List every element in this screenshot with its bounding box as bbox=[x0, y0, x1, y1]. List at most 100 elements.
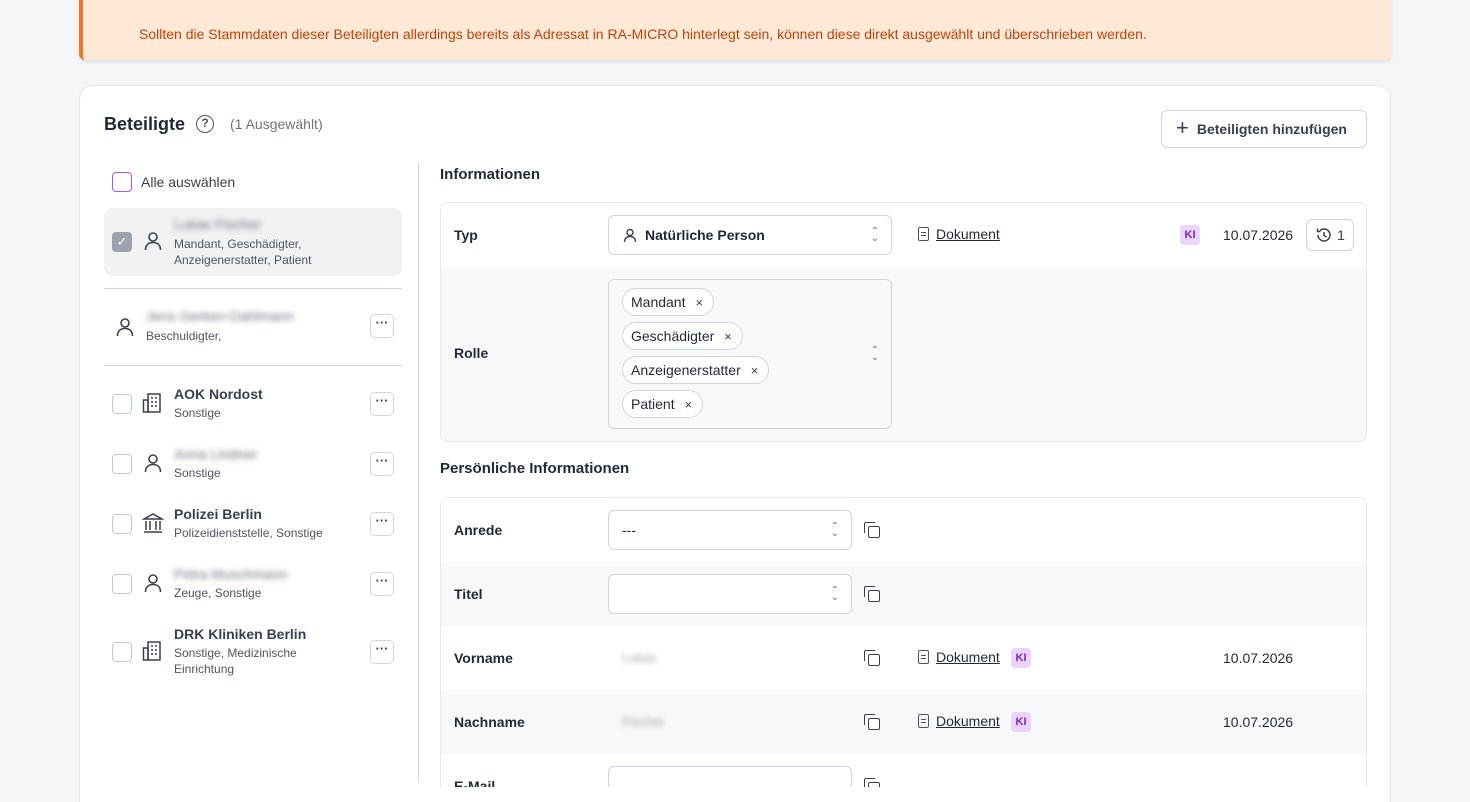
copy-icon[interactable] bbox=[864, 522, 880, 538]
nachname-label: Nachname bbox=[454, 714, 525, 730]
role-tag-label: Geschädigter bbox=[631, 328, 715, 344]
section-title-personal: Persönliche Informationen bbox=[440, 460, 630, 477]
person-icon bbox=[116, 318, 134, 337]
remove-tag-icon[interactable]: × bbox=[724, 329, 732, 344]
building-icon bbox=[142, 641, 161, 661]
titel-select[interactable]: ⌃ ⌄ bbox=[608, 574, 852, 614]
participant-roles: Zeuge, Sonstige bbox=[174, 586, 262, 600]
more-options-button[interactable]: ··· bbox=[370, 452, 394, 476]
remove-tag-icon[interactable]: × bbox=[695, 295, 703, 310]
help-icon[interactable]: ? bbox=[196, 115, 214, 133]
participant-item-selected[interactable]: ✓ Lukas Fischer Mandant, Geschädigter, A… bbox=[104, 208, 402, 276]
more-options-button[interactable]: ··· bbox=[370, 572, 394, 596]
vorname-date: 10.07.2026 bbox=[1223, 650, 1294, 666]
participant-item[interactable]: Anna Lindner Sonstige ··· bbox=[104, 444, 402, 484]
copy-icon[interactable] bbox=[864, 714, 880, 730]
ki-badge: KI bbox=[1011, 712, 1031, 732]
document-icon bbox=[918, 714, 929, 728]
document-link[interactable]: Dokument bbox=[918, 226, 1000, 242]
participants-card: Beteiligte ? (1 Ausgewählt) + Beteiligte… bbox=[79, 85, 1391, 802]
participant-name: Petra Muschmann bbox=[174, 566, 288, 582]
email-field[interactable] bbox=[608, 766, 852, 787]
participant-item[interactable]: Petra Muschmann Zeuge, Sonstige ··· bbox=[104, 564, 402, 604]
anrede-label: Anrede bbox=[454, 522, 503, 538]
copy-icon[interactable] bbox=[864, 778, 880, 787]
copy-icon[interactable] bbox=[864, 650, 880, 666]
list-divider bbox=[104, 365, 402, 366]
chevron-updown-icon: ⌃ ⌄ bbox=[830, 585, 839, 603]
more-options-button[interactable]: ··· bbox=[370, 392, 394, 416]
anrede-select[interactable]: --- ⌃ ⌄ bbox=[608, 510, 852, 550]
remove-tag-icon[interactable]: × bbox=[751, 363, 759, 378]
participant-item[interactable]: Polizei Berlin Polizeidienststelle, Sons… bbox=[104, 504, 402, 544]
document-link[interactable]: Dokument bbox=[918, 649, 1000, 665]
vorname-value[interactable]: Lukas bbox=[622, 650, 657, 665]
person-icon bbox=[144, 574, 162, 593]
more-options-button[interactable]: ··· bbox=[370, 314, 394, 338]
document-link-label: Dokument bbox=[936, 226, 1000, 242]
participant-checkbox[interactable] bbox=[112, 394, 132, 414]
select-all-row[interactable]: Alle auswählen bbox=[112, 172, 235, 192]
person-icon bbox=[144, 454, 162, 473]
copy-icon[interactable] bbox=[864, 586, 880, 602]
participant-checkbox[interactable] bbox=[112, 514, 132, 534]
nachname-row: Nachname Fischer Dokument KI 10.07.2026 bbox=[441, 690, 1366, 754]
history-button[interactable]: 1 bbox=[1306, 219, 1354, 251]
participant-roles: Sonstige, Medizinische Einrichtung bbox=[174, 646, 297, 676]
role-tag-label: Mandant bbox=[631, 294, 686, 310]
rolle-row: Rolle Mandant × Geschädigter × Anzeigene… bbox=[441, 267, 1366, 441]
select-all-label: Alle auswählen bbox=[141, 174, 236, 190]
participant-name: DRK Kliniken Berlin bbox=[174, 626, 307, 642]
email-label: E-Mail bbox=[454, 778, 496, 787]
person-icon bbox=[623, 228, 637, 243]
participant-name: AOK Nordost bbox=[174, 386, 263, 402]
participant-item[interactable]: Jens Gerken-Dahlmann Beschuldigter, ··· bbox=[104, 304, 402, 350]
roles-multiselect[interactable]: Mandant × Geschädigter × Anzeigenerstatt… bbox=[608, 279, 892, 429]
document-icon bbox=[918, 227, 929, 241]
participant-checkbox[interactable] bbox=[112, 574, 132, 594]
typ-select[interactable]: Natürliche Person ⌃ ⌄ bbox=[608, 215, 892, 255]
participant-name: Lukas Fischer bbox=[174, 216, 262, 232]
role-tag: Mandant × bbox=[622, 288, 715, 316]
participant-item[interactable]: AOK Nordost Sonstige ··· bbox=[104, 384, 402, 424]
selected-count: (1 Ausgewählt) bbox=[230, 116, 323, 132]
typ-label: Typ bbox=[454, 227, 478, 243]
info-box: Typ Natürliche Person ⌃ ⌄ Dokument KI 10.… bbox=[440, 202, 1367, 442]
personal-box: Anrede --- ⌃ ⌄ Titel ⌃ ⌄ Vorname Lukas Dok… bbox=[440, 497, 1367, 787]
chevron-updown-icon: ⌃ ⌄ bbox=[830, 521, 839, 539]
nachname-value[interactable]: Fischer bbox=[622, 714, 665, 729]
participant-checkbox[interactable] bbox=[112, 454, 132, 474]
participant-item[interactable]: DRK Kliniken Berlin Sonstige, Medizinisc… bbox=[104, 624, 402, 680]
remove-tag-icon[interactable]: × bbox=[685, 397, 693, 412]
add-participant-label: Beteiligten hinzufügen bbox=[1196, 121, 1347, 137]
titel-row: Titel ⌃ ⌄ bbox=[441, 562, 1366, 626]
anrede-value: --- bbox=[622, 522, 636, 538]
role-tag-label: Patient bbox=[631, 396, 675, 412]
document-link[interactable]: Dokument bbox=[918, 713, 1000, 729]
plus-icon: + bbox=[1176, 115, 1189, 140]
rolle-label: Rolle bbox=[454, 345, 489, 361]
nachname-date: 10.07.2026 bbox=[1223, 714, 1294, 730]
role-tag: Anzeigenerstatter × bbox=[622, 356, 770, 384]
select-all-checkbox[interactable] bbox=[112, 172, 132, 192]
vorname-label: Vorname bbox=[454, 650, 513, 666]
document-icon bbox=[918, 650, 929, 664]
page-title: Beteiligte bbox=[104, 114, 186, 134]
participant-checkbox[interactable] bbox=[112, 642, 132, 662]
building-icon bbox=[142, 393, 161, 413]
more-options-button[interactable]: ··· bbox=[370, 640, 394, 664]
history-icon bbox=[1316, 228, 1331, 242]
panel-divider bbox=[418, 163, 419, 783]
typ-row: Typ Natürliche Person ⌃ ⌄ Dokument KI 10.… bbox=[441, 203, 1366, 267]
role-tag: Geschädigter × bbox=[622, 322, 743, 350]
more-options-button[interactable]: ··· bbox=[370, 512, 394, 536]
info-banner: Sollten die Stammdaten dieser Beteiligte… bbox=[79, 0, 1391, 60]
email-row: E-Mail bbox=[441, 754, 1366, 787]
chevron-updown-icon: ⌃ ⌄ bbox=[870, 226, 879, 244]
participant-roles: Sonstige bbox=[174, 406, 221, 420]
history-count: 1 bbox=[1337, 227, 1345, 243]
participant-roles: Sonstige bbox=[174, 466, 221, 480]
chevron-updown-icon: ⌃ ⌄ bbox=[870, 345, 879, 363]
add-participant-button[interactable]: + Beteiligten hinzufügen bbox=[1161, 110, 1367, 148]
participant-checkbox-checked[interactable]: ✓ bbox=[112, 232, 132, 252]
